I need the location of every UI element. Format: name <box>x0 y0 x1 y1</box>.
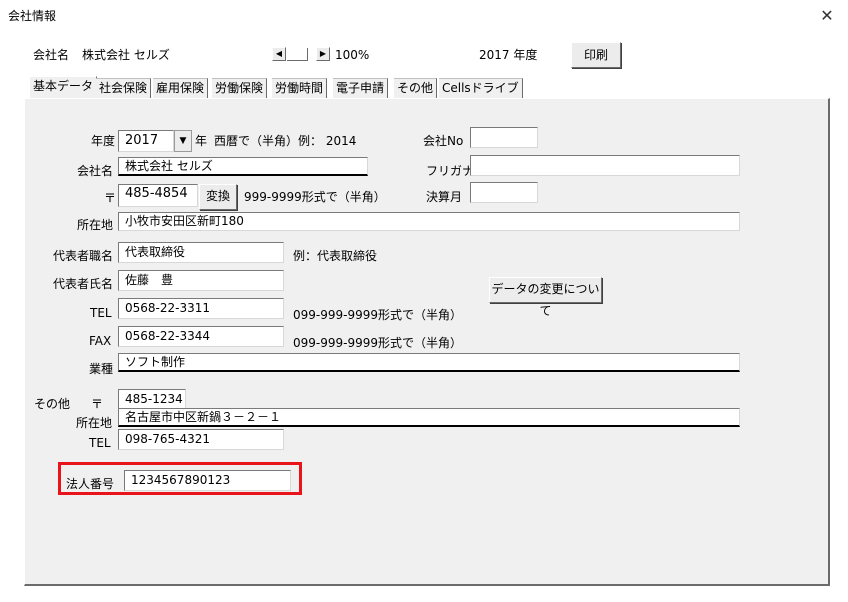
address-label: 所在地 <box>77 218 114 232</box>
corp-number-label: 法人番号 <box>66 477 115 491</box>
tab-labor-insurance[interactable]: 労働保険 <box>212 78 268 98</box>
print-button[interactable]: 印刷 <box>571 42 621 68</box>
furigana-label: フリガナ <box>426 164 475 178</box>
rep-title-label: 代表者職名 <box>53 249 114 263</box>
postal-label: 〒 <box>104 191 117 205</box>
tel-input[interactable]: 0568-22-3311 <box>118 298 284 319</box>
furigana-input[interactable] <box>470 155 740 176</box>
industry-label: 業種 <box>89 362 114 376</box>
year-select[interactable]: 2017 <box>118 130 174 152</box>
tel-label: TEL <box>90 306 112 320</box>
fiscal-year-display: 2017 年度 <box>479 48 538 62</box>
address-input[interactable]: 小牧市安田区新町180 <box>118 212 740 231</box>
year-label: 年度 <box>91 134 116 148</box>
other-address-input[interactable]: 名古屋市中区新鍋３－２－１ <box>118 408 740 427</box>
closing-month-input[interactable] <box>470 182 538 203</box>
window-title: 会社情報 <box>8 9 57 23</box>
rep-title-hint: 例：代表取締役 <box>293 249 378 263</box>
postal-input[interactable]: 485-4854 <box>118 184 198 207</box>
close-icon[interactable]: ✕ <box>816 6 838 26</box>
fax-label: FAX <box>89 334 112 348</box>
rep-name-input[interactable]: 佐藤 豊 <box>118 270 284 291</box>
zoom-out-icon[interactable]: ◀ <box>272 47 286 61</box>
fax-input[interactable]: 0568-22-3344 <box>118 326 284 347</box>
convert-button[interactable]: 変換 <box>199 184 237 210</box>
data-change-button[interactable]: データの変更について <box>489 277 602 318</box>
tab-e-application[interactable]: 電子申請 <box>333 78 389 98</box>
closing-month-label: 決算月 <box>426 190 463 204</box>
company-value: 株式会社 セルズ <box>82 48 170 62</box>
rep-title-input[interactable]: 代表取締役 <box>118 242 284 263</box>
zoom-track[interactable] <box>287 48 308 61</box>
fax-hint: 099-999-9999形式で（半角） <box>293 336 463 350</box>
other-tel-label: TEL <box>89 436 111 450</box>
year-hint: 西暦で（半角）例： 2014 <box>214 134 357 148</box>
tab-employment-insurance[interactable]: 雇用保険 <box>153 78 209 98</box>
company-label: 会社名 <box>33 48 70 62</box>
tel-hint: 099-999-9999形式で（半角） <box>293 308 463 322</box>
other-tel-input[interactable]: 098-765-4321 <box>118 429 284 450</box>
tab-social-insurance[interactable]: 社会保険 <box>96 78 152 98</box>
company-no-label: 会社No <box>423 134 464 148</box>
other-label: その他 <box>34 397 71 411</box>
postal-hint: 999-9999形式で（半角） <box>244 190 386 204</box>
year-suffix: 年 <box>195 134 208 148</box>
company-no-input[interactable] <box>470 127 538 148</box>
chevron-down-icon[interactable]: ▼ <box>174 130 192 152</box>
zoom-value: 100% <box>335 48 370 62</box>
other-postal-label: 〒 <box>91 397 104 411</box>
tab-other[interactable]: その他 <box>394 78 438 98</box>
tab-cells-drive[interactable]: Cellsドライブ <box>439 78 523 98</box>
industry-input[interactable]: ソフト制作 <box>118 353 740 372</box>
other-address-label: 所在地 <box>76 416 113 430</box>
corp-number-input[interactable]: 1234567890123 <box>124 470 291 491</box>
zoom-in-icon[interactable]: ▶ <box>316 47 330 61</box>
other-postal-input[interactable]: 485-1234 <box>118 389 186 410</box>
company-name-input[interactable]: 株式会社 セルズ <box>118 157 368 176</box>
tab-working-hours[interactable]: 労働時間 <box>272 78 328 98</box>
company-name-label: 会社名 <box>77 164 114 178</box>
rep-name-label: 代表者氏名 <box>53 277 114 291</box>
tab-basic-data[interactable]: 基本データ <box>29 76 98 99</box>
